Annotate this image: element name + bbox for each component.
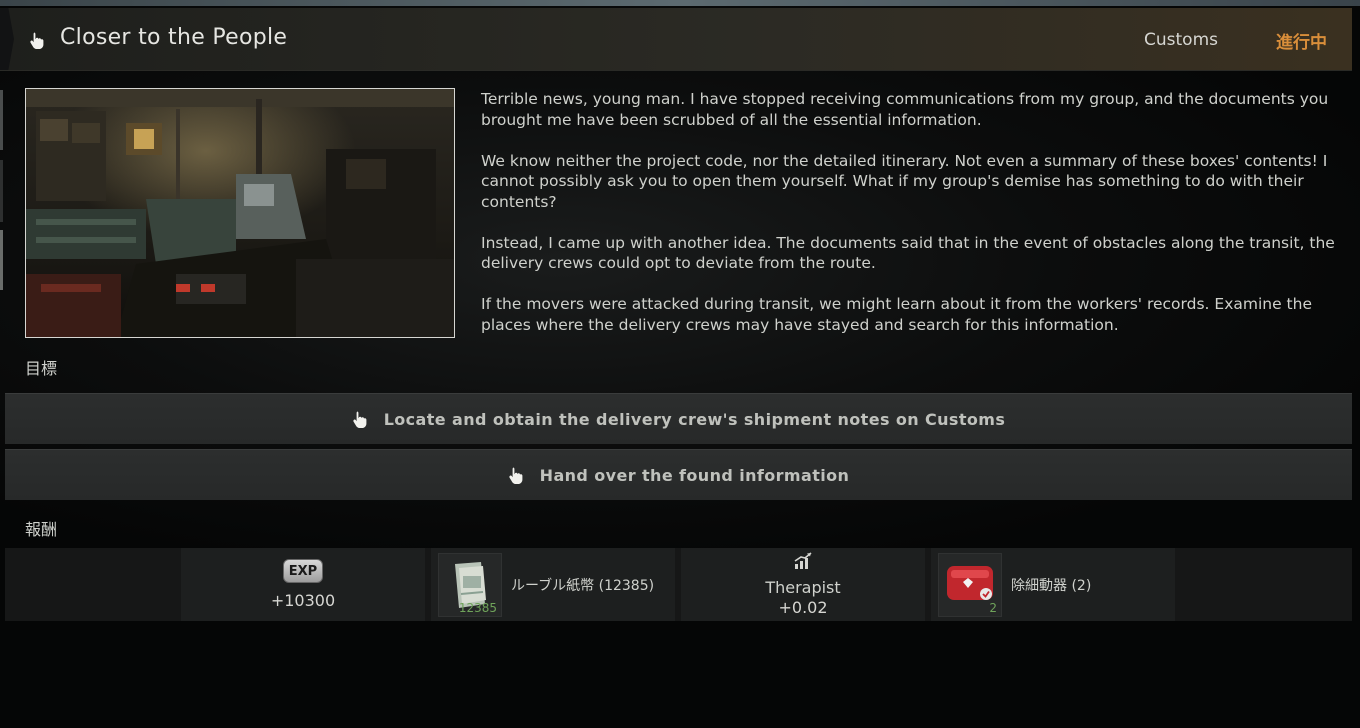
item-label: 除細動器 (2) [1011,578,1092,594]
objective-item[interactable]: Hand over the found information [5,449,1352,500]
reward-reputation[interactable]: Therapist +0.02 [681,548,925,621]
pointing-hand-icon [508,466,524,484]
quest-location: Customs [1144,30,1218,50]
reputation-value: +0.02 [778,598,828,617]
defibrillator-icon: 2 [938,553,1002,617]
pointing-hand-icon [29,31,45,49]
rewards-row: EXP +10300 12385 ルーブル紙幣 (12385) Therapis… [5,548,1352,621]
header-notch [0,8,14,70]
exp-value: +10300 [270,591,336,610]
quest-title: Closer to the People [60,25,288,50]
exp-icon: EXP [283,559,323,583]
reward-roubles[interactable]: 12385 ルーブル紙幣 (12385) [431,548,675,621]
description-paragraph: If the movers were attacked during trans… [481,295,1312,334]
side-indicator [0,230,3,290]
description-paragraph: Instead, I came up with another idea. Th… [481,233,1335,273]
quest-illustration [25,88,455,338]
reward-item[interactable]: 2 除細動器 (2) [931,548,1175,621]
side-indicator [0,90,3,150]
rewards-heading: 報酬 [25,520,58,539]
quest-description: Terrible news, young man. I have stopped… [481,89,1341,356]
description-paragraph: Terrible news, young man. I have stopped… [481,90,1329,129]
objectives-heading: 目標 [25,359,58,378]
trader-name: Therapist [765,578,841,597]
item-quantity: 2 [989,601,997,615]
objective-text: Locate and obtain the delivery crew's sh… [383,409,1006,429]
objective-item[interactable]: Locate and obtain the delivery crew's sh… [5,393,1352,444]
roubles-quantity: 12385 [458,601,497,615]
pointing-hand-icon [352,410,368,428]
description-paragraph: We know neither the project code, nor th… [481,151,1328,211]
side-indicator [0,160,3,222]
roubles-label: ルーブル紙幣 (12385) [511,578,655,594]
roubles-icon: 12385 [438,553,502,617]
top-strip [0,0,1360,6]
quest-header[interactable]: Closer to the People Customs 進行中 [0,8,1352,71]
reward-exp[interactable]: EXP +10300 [181,548,425,621]
quest-panel: Closer to the People Customs 進行中 Terribl… [0,0,1360,728]
reputation-chart-icon [793,552,813,574]
objective-text: Hand over the found information [539,465,850,485]
quest-status: 進行中 [1276,33,1327,53]
